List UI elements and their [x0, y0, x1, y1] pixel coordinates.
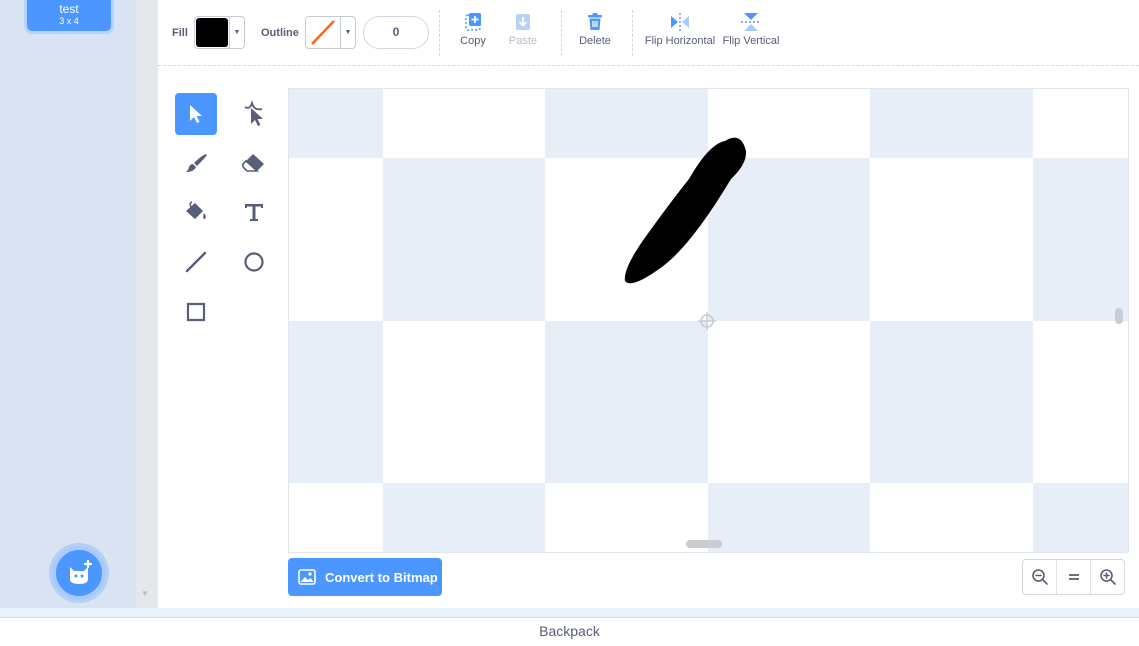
chevron-down-icon: ▼ [229, 17, 244, 48]
tool-text[interactable] [233, 191, 275, 233]
outline-color-picker[interactable]: ▼ [305, 16, 356, 49]
image-icon [298, 569, 316, 585]
tool-eraser[interactable] [233, 142, 275, 184]
trash-icon [588, 13, 602, 30]
tool-select[interactable] [175, 93, 217, 135]
flip-horizontal-icon [671, 13, 689, 31]
zoom-in-icon [1099, 569, 1116, 585]
select-arrow-icon [190, 105, 202, 123]
costume-size: 3 x 4 [59, 16, 79, 26]
fill-label: Fill [172, 27, 188, 39]
backpack-label: Backpack [539, 623, 600, 639]
flip-vertical-button[interactable]: Flip Vertical [711, 12, 791, 47]
canvas-drawing [624, 137, 747, 330]
scroll-down-icon: ▼ [141, 589, 149, 598]
flip-horizontal-label: Flip Horizontal [644, 35, 716, 47]
paste-button[interactable]: Paste [483, 12, 563, 47]
zoom-in-button[interactable] [1091, 560, 1124, 594]
tool-circle[interactable] [233, 241, 275, 283]
equals-icon [1068, 574, 1079, 580]
copy-icon [465, 13, 481, 31]
fill-color-picker[interactable]: ▼ [194, 16, 245, 49]
backpack-divider [0, 608, 1139, 617]
brush-stroke-shape [624, 137, 747, 284]
circle-icon [244, 252, 264, 272]
outline-label: Outline [261, 27, 299, 39]
paint-bucket-icon [186, 201, 206, 219]
crosshair-icon [698, 312, 716, 330]
chevron-down-icon: ▼ [340, 17, 355, 48]
brush-icon [186, 154, 207, 172]
copy-label: Copy [460, 35, 486, 47]
paste-icon [516, 14, 530, 30]
reshape-icon [244, 101, 263, 126]
costume-card-selected[interactable]: test 3 x 4 [24, 0, 114, 34]
flip-vertical-label: Flip Vertical [722, 35, 780, 47]
canvas-horizontal-scrollbar[interactable] [686, 540, 722, 548]
delete-label: Delete [579, 35, 611, 47]
flip-vertical-icon [741, 13, 761, 31]
zoom-out-icon [1031, 569, 1048, 585]
cat-plus-icon [70, 559, 93, 584]
tool-line[interactable] [175, 241, 217, 283]
drawing-canvas[interactable] [288, 88, 1129, 553]
fill-color-swatch [196, 18, 228, 47]
line-icon [185, 251, 207, 273]
add-costume-button[interactable] [52, 546, 106, 600]
costume-list-scrollbar[interactable]: ▼ [136, 0, 158, 608]
delete-button[interactable]: Delete [555, 12, 635, 47]
eraser-icon [241, 154, 264, 172]
costume-list: test 3 x 4 [0, 0, 136, 608]
paint-toolbar: Fill ▼ Outline ▼ 0 Copy Paste Delete Fli… [158, 0, 1139, 66]
zoom-reset-button[interactable] [1057, 560, 1091, 594]
tool-brush[interactable] [175, 142, 217, 184]
convert-to-bitmap-button[interactable]: Convert to Bitmap [288, 558, 442, 596]
backpack-bar[interactable]: Backpack [0, 617, 1139, 646]
zoom-controls [1022, 559, 1125, 595]
no-color-icon [307, 18, 339, 47]
zoom-out-button[interactable] [1023, 560, 1057, 594]
tool-reshape[interactable] [233, 93, 275, 135]
outline-width-input[interactable]: 0 [363, 16, 429, 49]
costume-name: test [59, 2, 79, 16]
toolbar-divider [632, 10, 633, 56]
canvas-vertical-scrollbar[interactable] [1115, 308, 1123, 324]
paint-editor: Fill ▼ Outline ▼ 0 Copy Paste Delete Fli… [158, 0, 1139, 608]
flip-horizontal-button[interactable]: Flip Horizontal [640, 12, 720, 47]
text-icon [245, 204, 263, 221]
tool-fill[interactable] [175, 191, 217, 233]
convert-label: Convert to Bitmap [325, 569, 438, 585]
tool-rectangle[interactable] [175, 291, 217, 333]
rectangle-icon [186, 302, 206, 322]
paste-label: Paste [508, 35, 538, 47]
